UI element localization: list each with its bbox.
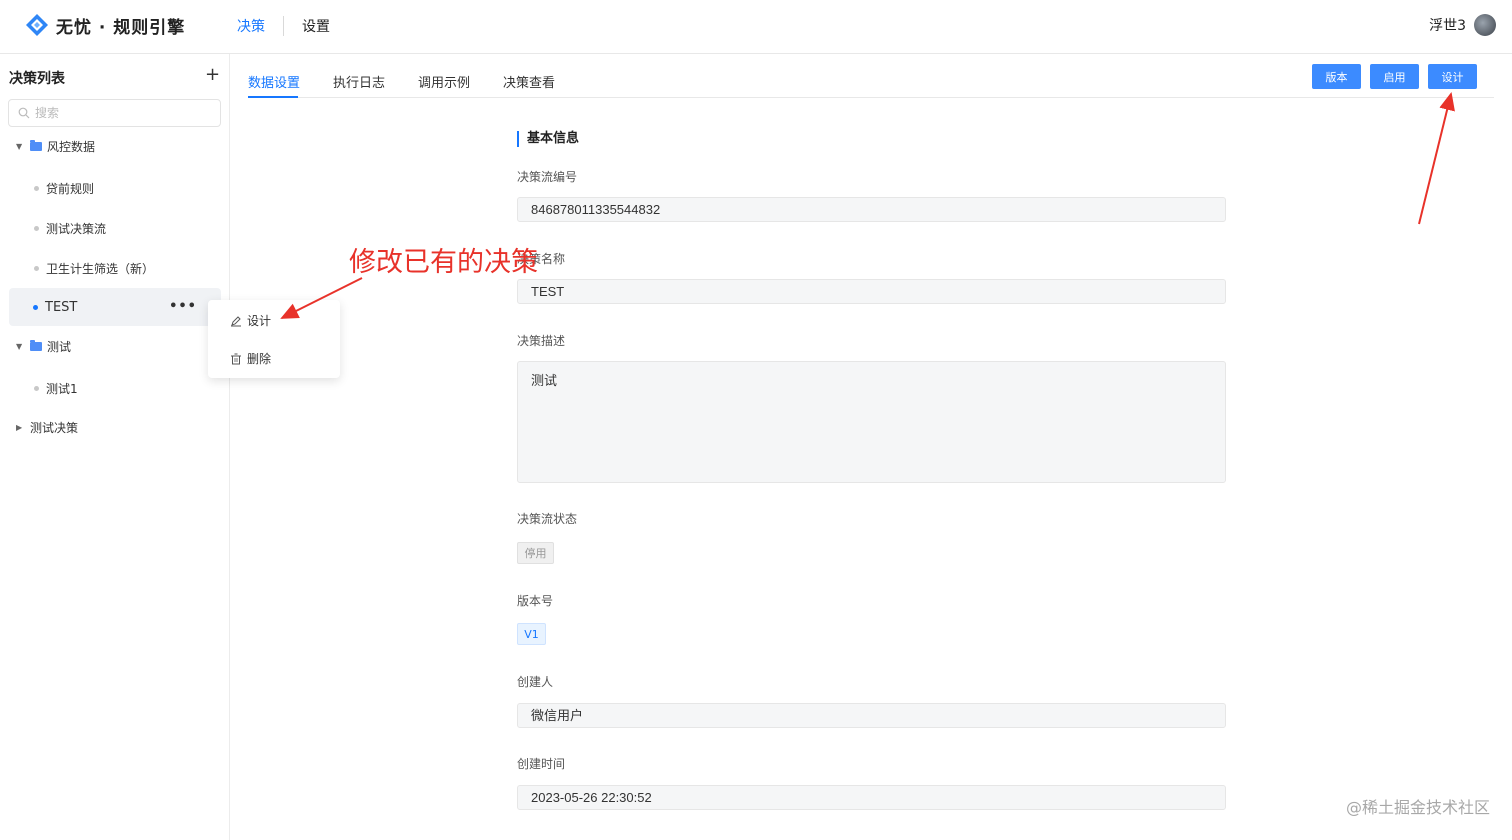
tree-item-test-flow[interactable]: 测试决策流 — [34, 220, 106, 237]
annotation-text: 修改已有的决策 — [349, 247, 538, 278]
tree-item-test1[interactable]: 测试1 — [34, 380, 78, 397]
menu-item-label: 设计 — [247, 314, 272, 328]
watermark: @稀土掘金技术社区 — [1345, 798, 1490, 817]
user-name[interactable]: 浮世3 — [1429, 15, 1466, 35]
dot-icon — [34, 186, 39, 191]
tab-data-settings[interactable]: 数据设置 — [248, 72, 300, 91]
tree-item-preloan[interactable]: 贷前规则 — [34, 180, 94, 197]
desc-textarea[interactable]: 测试 — [517, 361, 1226, 483]
menu-item-delete[interactable]: 删除 — [230, 350, 271, 367]
user-menu[interactable]: 浮世3 — [1429, 14, 1496, 36]
tree-label: TEST — [45, 299, 78, 315]
top-header: 无忧 · 规则引擎 决策 设置 浮世3 — [0, 0, 1512, 54]
tree-label: 卫生计生筛选（新） — [46, 262, 155, 276]
tree-label: 测试 — [47, 340, 72, 354]
dot-icon — [34, 226, 39, 231]
tree-item-test-selected[interactable]: TEST ••• — [9, 288, 221, 326]
add-decision-button[interactable]: + — [205, 66, 220, 84]
creator-label: 创建人 — [517, 675, 554, 689]
caret-down-icon[interactable]: ▼ — [16, 342, 26, 351]
context-menu: 设计 删除 — [208, 300, 340, 378]
caret-right-icon[interactable]: ▶ — [16, 423, 26, 432]
creator-field[interactable]: 微信用户 — [517, 703, 1226, 728]
tab-decision-view[interactable]: 决策查看 — [503, 72, 555, 91]
search-icon — [18, 107, 30, 119]
tree-label: 测试决策 — [30, 421, 79, 435]
tree-label: 测试决策流 — [46, 222, 107, 236]
sidebar-title: 决策列表 — [9, 71, 65, 87]
edit-icon — [231, 315, 241, 326]
tab-bar: 数据设置 执行日志 调用示例 决策查看 — [248, 54, 1494, 98]
dot-icon — [34, 386, 39, 391]
folder-icon — [30, 140, 42, 151]
created-time-field[interactable]: 2023-05-26 22:30:52 — [517, 785, 1226, 810]
version-button[interactable]: 版本 — [1312, 64, 1361, 89]
nav-decision[interactable]: 决策 — [237, 16, 265, 36]
tree-item-health-filter[interactable]: 卫生计生筛选（新） — [34, 260, 154, 277]
tab-active-indicator — [248, 96, 298, 98]
trash-icon — [231, 353, 241, 364]
menu-item-design[interactable]: 设计 — [230, 312, 271, 329]
annotation-arrow-right — [1418, 92, 1455, 225]
avatar[interactable] — [1474, 14, 1496, 36]
sidebar-search[interactable] — [8, 99, 221, 127]
status-label: 决策流状态 — [517, 512, 578, 526]
logo-text: 无忧 · 规则引擎 — [56, 17, 186, 38]
tree-label: 风控数据 — [47, 140, 96, 154]
dot-icon — [33, 304, 38, 310]
folder-icon — [30, 340, 42, 351]
status-badge: 停用 — [517, 542, 554, 564]
tree-label: 测试1 — [46, 382, 78, 396]
section-title: 基本信息 — [517, 131, 579, 147]
enable-button[interactable]: 启用 — [1370, 64, 1419, 89]
more-icon[interactable]: ••• — [169, 299, 197, 314]
flow-id-label: 决策流编号 — [517, 170, 578, 184]
caret-down-icon[interactable]: ▼ — [16, 142, 26, 151]
nav-divider — [283, 16, 284, 36]
flow-id-field[interactable]: 846878011335544832 — [517, 197, 1226, 222]
nav-settings[interactable]: 设置 — [302, 16, 330, 36]
search-input[interactable] — [35, 106, 205, 120]
tab-execution-log[interactable]: 执行日志 — [333, 72, 385, 91]
menu-item-label: 删除 — [247, 352, 272, 366]
tree-label: 贷前规则 — [46, 182, 95, 196]
tree-folder-test[interactable]: ▼ 测试 — [16, 338, 71, 355]
app-logo[interactable]: 无忧 · 规则引擎 — [24, 12, 185, 38]
name-field[interactable]: TEST — [517, 279, 1226, 304]
version-label: 版本号 — [517, 594, 554, 608]
top-nav: 决策 设置 — [237, 16, 330, 36]
logo-icon — [26, 14, 48, 36]
tree-folder-risk[interactable]: ▼ 风控数据 — [16, 138, 95, 155]
tree-folder-test-decision[interactable]: ▶ 测试决策 — [16, 419, 78, 436]
design-button[interactable]: 设计 — [1428, 64, 1477, 89]
dot-icon — [34, 266, 39, 271]
desc-label: 决策描述 — [517, 334, 566, 348]
version-badge: V1 — [517, 623, 546, 645]
tab-call-example[interactable]: 调用示例 — [418, 72, 470, 91]
created-time-label: 创建时间 — [517, 757, 566, 771]
sidebar: 决策列表 + ▼ 风控数据 贷前规则 测试决策流 卫生计生筛选（新） TEST … — [0, 54, 230, 840]
